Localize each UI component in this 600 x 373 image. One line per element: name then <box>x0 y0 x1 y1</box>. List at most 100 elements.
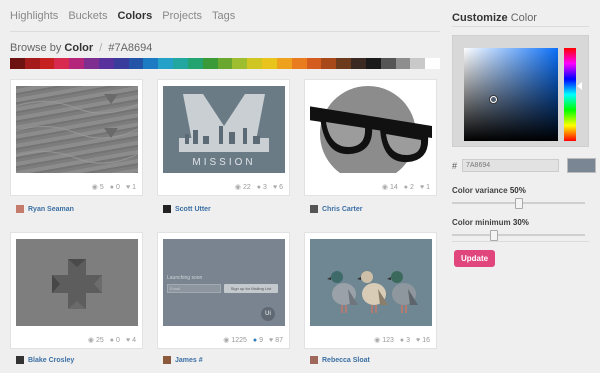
shot-card[interactable]: MISSION ◉ 22 ● 3 ♥ 6 <box>157 79 290 196</box>
shot-thumbnail[interactable]: Launching soon Email Sign up for Mailing… <box>163 239 285 326</box>
author-link[interactable]: Ryan Seaman <box>16 205 74 213</box>
likes-count: 16 <box>422 336 430 344</box>
author-name[interactable]: Chris Carter <box>322 206 362 213</box>
color-swatch[interactable] <box>291 58 307 69</box>
shot-card[interactable]: ◉ 25 ● 0 ♥ 4 <box>10 232 143 349</box>
hue-slider[interactable] <box>564 48 576 141</box>
update-button[interactable]: Update <box>454 250 495 267</box>
nav-divider <box>10 31 440 32</box>
color-swatch[interactable] <box>306 58 322 69</box>
shot-card[interactable]: ◉ 14 ● 2 ♥ 1 <box>304 79 437 196</box>
shot-stats: ◉ 5 ● 0 ♥ 1 <box>92 183 136 192</box>
avatar <box>163 205 171 213</box>
heart-icon[interactable]: ♥ <box>416 337 420 344</box>
likes-count: 4 <box>132 336 136 344</box>
comments-count: 9 <box>259 336 264 344</box>
shot-thumbnail[interactable] <box>310 239 432 326</box>
author-link[interactable]: Scott Utter <box>163 205 211 213</box>
color-swatch[interactable] <box>158 58 174 69</box>
color-swatch[interactable] <box>351 58 366 69</box>
author-name[interactable]: Blake Crosley <box>28 357 74 364</box>
author-link[interactable]: Rebecca Sloat <box>310 356 370 364</box>
avatar <box>310 356 318 364</box>
variance-slider-handle[interactable] <box>514 198 523 209</box>
color-swatch[interactable] <box>113 58 129 69</box>
tab-projects[interactable]: Projects <box>162 10 202 22</box>
author-name[interactable]: James # <box>175 357 203 364</box>
color-swatch[interactable] <box>425 58 441 69</box>
author-link[interactable]: Chris Carter <box>310 205 362 213</box>
shot-thumbnail[interactable] <box>16 239 138 326</box>
comments-count: 3 <box>263 183 267 191</box>
color-swatch[interactable] <box>410 58 426 69</box>
texture-pattern <box>16 94 138 164</box>
color-swatch[interactable] <box>336 58 352 69</box>
color-swatch[interactable] <box>84 58 99 69</box>
minimum-slider-handle[interactable] <box>489 230 498 241</box>
color-swatch[interactable] <box>247 58 263 69</box>
shot-card[interactable]: Launching soon Email Sign up for Mailing… <box>157 232 290 349</box>
color-swatch[interactable] <box>128 58 144 69</box>
variance-slider[interactable] <box>452 198 585 209</box>
minimum-slider[interactable] <box>452 230 585 241</box>
minimum-value: 30% <box>512 218 529 227</box>
saturation-value-field[interactable] <box>464 48 558 141</box>
views-count: 1225 <box>231 336 247 344</box>
color-swatch[interactable] <box>395 58 411 69</box>
color-swatch[interactable] <box>217 58 233 69</box>
tab-tags[interactable]: Tags <box>212 10 235 22</box>
tab-buckets[interactable]: Buckets <box>68 10 107 22</box>
color-swatch[interactable] <box>321 58 337 69</box>
hex-row: # <box>452 158 596 173</box>
hex-input[interactable] <box>462 159 559 172</box>
color-swatch[interactable] <box>380 58 396 69</box>
heart-icon[interactable]: ♥ <box>273 184 277 191</box>
heart-icon[interactable]: ♥ <box>269 337 273 344</box>
tab-highlights[interactable]: Highlights <box>10 10 58 22</box>
author-name[interactable]: Ryan Seaman <box>28 206 74 213</box>
shot-thumbnail[interactable] <box>310 86 432 173</box>
mailing-list-button: Sign up for Mailing List <box>224 284 278 293</box>
heart-icon[interactable]: ♥ <box>126 337 130 344</box>
heart-icon[interactable]: ♥ <box>126 184 130 191</box>
browse-hex: #7A8694 <box>108 42 153 54</box>
color-swatch[interactable] <box>262 58 277 69</box>
shot-card[interactable]: ◉ 123 ● 3 ♥ 16 <box>304 232 437 349</box>
comments-count: 3 <box>406 336 411 344</box>
color-swatch[interactable] <box>173 58 188 69</box>
color-swatch[interactable] <box>365 58 381 69</box>
shot-card[interactable]: ◉ 5 ● 0 ♥ 1 <box>10 79 143 196</box>
mission-caption: MISSION <box>192 157 255 168</box>
launch-text: Launching soon <box>167 275 203 281</box>
color-swatch[interactable] <box>69 58 85 69</box>
author-link[interactable]: James # <box>163 356 203 364</box>
shot-thumbnail[interactable] <box>16 86 138 173</box>
color-swatch[interactable] <box>187 58 203 69</box>
color-swatch[interactable] <box>39 58 55 69</box>
color-swatch[interactable] <box>143 58 159 69</box>
author-name[interactable]: Rebecca Sloat <box>322 357 370 364</box>
color-swatch[interactable] <box>202 58 218 69</box>
hue-handle-icon[interactable] <box>577 82 582 90</box>
views-count: 14 <box>390 183 398 191</box>
avatar <box>16 356 24 364</box>
color-swatch[interactable] <box>24 58 40 69</box>
color-swatch[interactable] <box>232 58 248 69</box>
panel-title-light: Color <box>510 12 537 24</box>
color-cursor[interactable] <box>490 96 497 103</box>
heart-icon[interactable]: ♥ <box>420 184 424 191</box>
panel-title-bold: Customize <box>452 12 508 24</box>
color-picker <box>452 35 589 147</box>
color-swatch[interactable] <box>54 58 70 69</box>
author-link[interactable]: Blake Crosley <box>16 356 74 364</box>
minimum-label: Color minimum <box>452 218 511 227</box>
comment-icon: ● <box>399 336 405 344</box>
shot-thumbnail[interactable]: MISSION <box>163 86 285 173</box>
color-swatch[interactable] <box>276 58 292 69</box>
logo-badge: Ui <box>261 307 275 321</box>
color-swatch[interactable] <box>98 58 114 69</box>
eye-icon: ◉ <box>374 337 381 344</box>
tab-colors[interactable]: Colors <box>117 10 152 22</box>
author-name[interactable]: Scott Utter <box>175 206 211 213</box>
color-swatch[interactable] <box>10 58 25 69</box>
